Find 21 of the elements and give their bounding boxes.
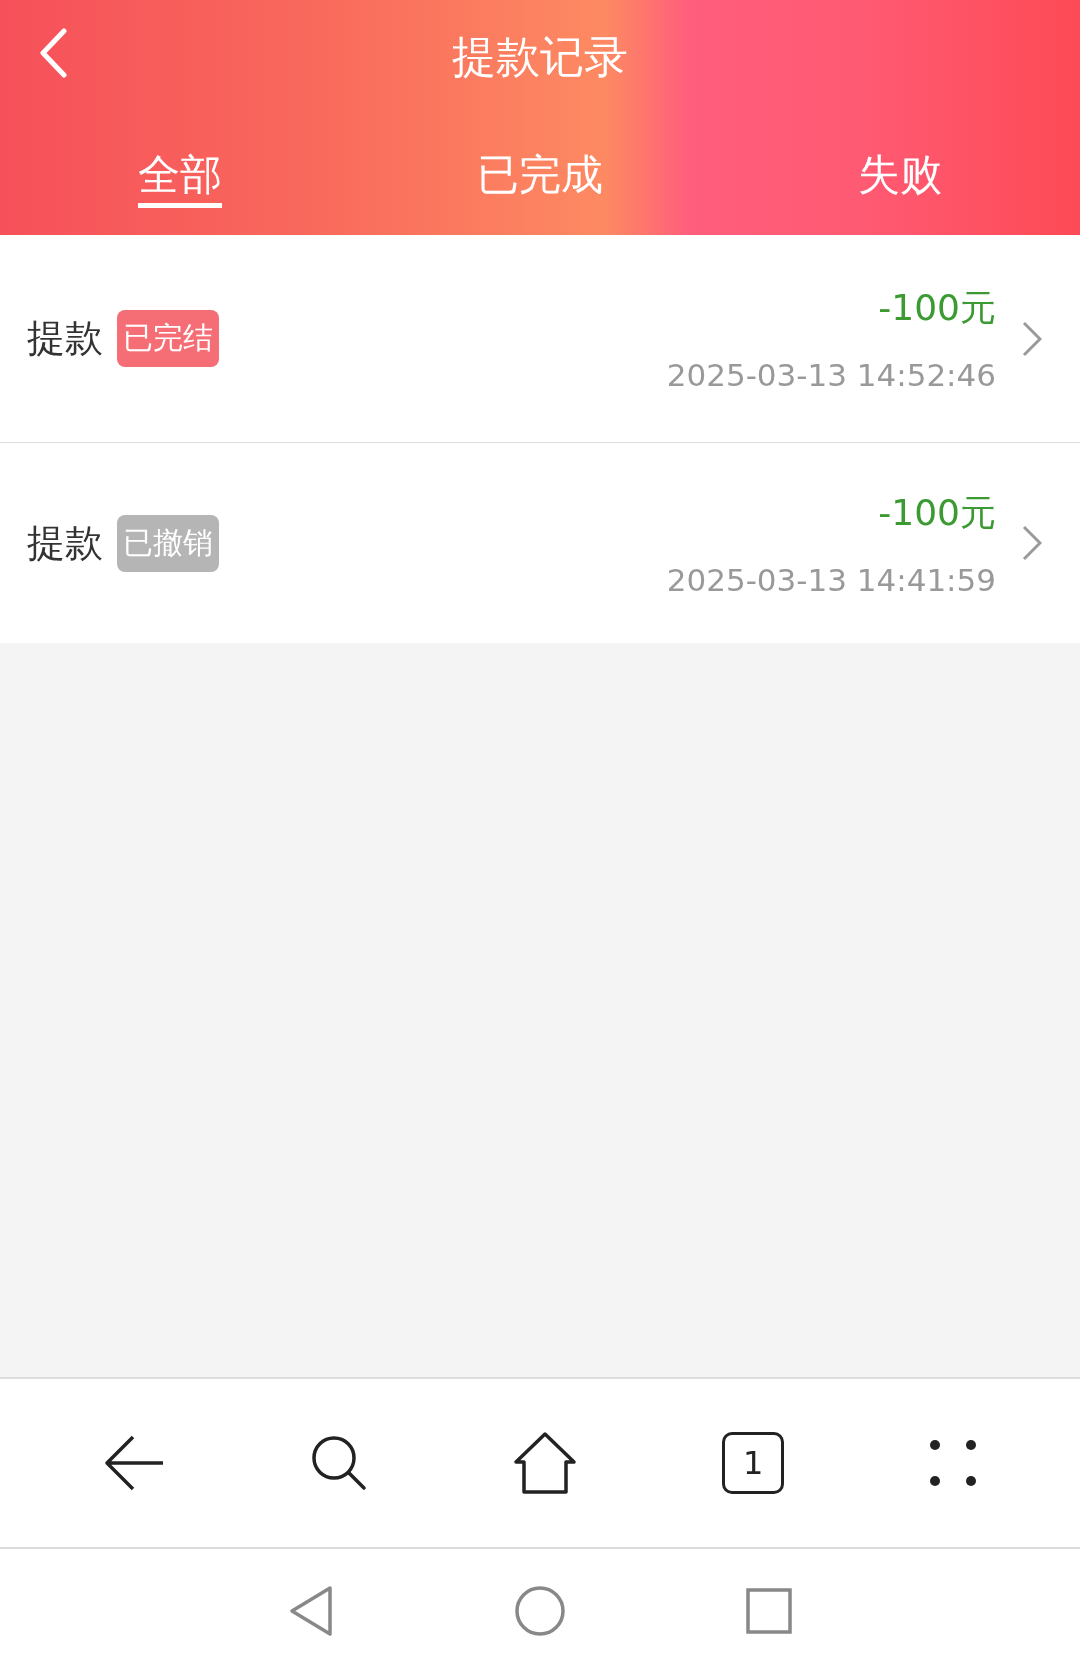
page-title: 提款记录 xyxy=(452,29,628,84)
amount: -100元 xyxy=(878,286,996,330)
record-type: 提款 xyxy=(27,519,103,567)
more-icon[interactable] xyxy=(929,1439,978,1487)
timestamp: 2025-03-13 14:52:46 xyxy=(666,357,996,393)
status-badge: 已撤销 xyxy=(117,514,219,572)
back-icon[interactable] xyxy=(288,1585,334,1637)
chevron-right-icon xyxy=(1022,525,1042,561)
home-icon[interactable] xyxy=(512,1431,577,1495)
recents-icon[interactable] xyxy=(746,1588,792,1634)
timestamp: 2025-03-13 14:41:59 xyxy=(666,561,996,598)
amount: -100元 xyxy=(878,490,996,535)
tab-count-button[interactable]: 1 xyxy=(722,1432,785,1494)
status-badge: 已完结 xyxy=(117,310,219,367)
chevron-right-icon xyxy=(1022,320,1042,357)
record-row[interactable]: 提款 已撤销 -100元 2025-03-13 14:41:59 xyxy=(0,443,1080,643)
record-row[interactable]: 提款 已完结 -100元 2025-03-13 14:52:46 xyxy=(0,235,1080,443)
back-icon[interactable] xyxy=(38,28,68,78)
back-arrow-icon[interactable] xyxy=(102,1435,165,1491)
record-type: 提款 xyxy=(27,315,103,362)
search-icon[interactable] xyxy=(309,1434,368,1492)
